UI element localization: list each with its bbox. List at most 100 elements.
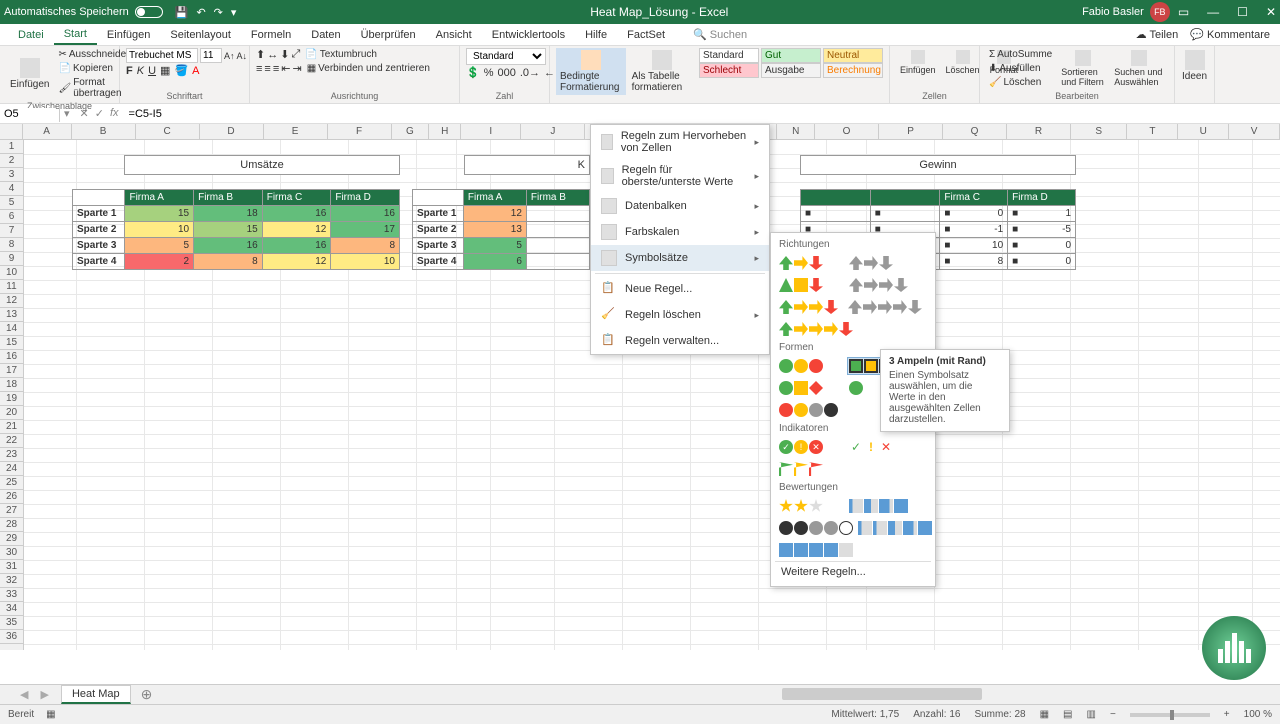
row-header-24[interactable]: 24 [0, 462, 23, 476]
tab-ueberpruefen[interactable]: Überprüfen [351, 26, 426, 44]
row-header-4[interactable]: 4 [0, 182, 23, 196]
cf-color-scales[interactable]: Farbskalen▸ [591, 219, 769, 245]
col-header-C[interactable]: C [136, 124, 200, 139]
col-header-U[interactable]: U [1178, 124, 1229, 139]
currency-icon[interactable]: 💲 [466, 66, 480, 79]
row-header-20[interactable]: 20 [0, 406, 23, 420]
row-header-12[interactable]: 12 [0, 294, 23, 308]
cf-manage-rules[interactable]: 📋Regeln verwalten... [591, 328, 769, 354]
cf-highlight-rules[interactable]: Regeln zum Hervorheben von Zellen▸ [591, 125, 769, 159]
row-header-17[interactable]: 17 [0, 364, 23, 378]
cf-data-bars[interactable]: Datenbalken▸ [591, 193, 769, 219]
col-header-J[interactable]: J [521, 124, 585, 139]
font-size-input[interactable] [200, 48, 222, 63]
row-header-2[interactable]: 2 [0, 154, 23, 168]
col-header-I[interactable]: I [461, 124, 521, 139]
col-header-R[interactable]: R [1007, 124, 1071, 139]
row-header-3[interactable]: 3 [0, 168, 23, 182]
ideas-button[interactable]: Ideen [1181, 48, 1208, 84]
iconset-3stars[interactable] [777, 497, 825, 515]
row-header-29[interactable]: 29 [0, 532, 23, 546]
row-header-8[interactable]: 8 [0, 238, 23, 252]
iconset-3arrows-gray[interactable] [847, 254, 895, 272]
confirm-formula-icon[interactable]: ✓ [95, 107, 104, 120]
redo-icon[interactable]: ↷ [214, 6, 223, 19]
cf-clear-rules[interactable]: 🧹Regeln löschen▸ [591, 302, 769, 328]
style-standard[interactable]: Standard [699, 48, 759, 63]
iconset-4arrows-gray[interactable] [847, 276, 910, 294]
close-icon[interactable]: ✕ [1266, 5, 1276, 19]
row-header-28[interactable]: 28 [0, 518, 23, 532]
row-header-1[interactable]: 1 [0, 140, 23, 154]
row-header-32[interactable]: 32 [0, 574, 23, 588]
row-header-34[interactable]: 34 [0, 602, 23, 616]
iconset-4ratings[interactable] [847, 497, 910, 515]
row-header-36[interactable]: 36 [0, 630, 23, 644]
user-account[interactable]: Fabio Basler FB [1082, 2, 1170, 22]
cf-new-rule[interactable]: 📋Neue Regel... [591, 276, 769, 302]
iconset-3flags[interactable] [777, 460, 825, 478]
tab-ansicht[interactable]: Ansicht [426, 26, 482, 44]
style-schlecht[interactable]: Schlecht [699, 63, 759, 78]
increase-font-icon[interactable]: A↑ [224, 51, 235, 61]
indent-dec-icon[interactable]: ⇤ [281, 62, 290, 75]
tab-einfuegen[interactable]: Einfügen [97, 26, 160, 44]
iconset-3signs[interactable] [777, 379, 825, 397]
row-header-23[interactable]: 23 [0, 448, 23, 462]
fx-icon[interactable]: fx [110, 107, 119, 120]
search-box[interactable]: 🔍 Suchen [693, 28, 747, 41]
row-header-10[interactable]: 10 [0, 266, 23, 280]
row-header-11[interactable]: 11 [0, 280, 23, 294]
col-header-T[interactable]: T [1127, 124, 1178, 139]
iconset-rbp[interactable] [777, 401, 840, 419]
iconset-5boxes[interactable] [777, 541, 855, 559]
fill-button[interactable]: ⬇ Ausfüllen [986, 62, 1055, 75]
col-header-D[interactable]: D [200, 124, 264, 139]
merge-button[interactable]: ▦ Verbinden und zentrieren [304, 62, 433, 75]
view-pagebreak-icon[interactable]: ▥ [1087, 709, 1096, 720]
col-header-P[interactable]: P [879, 124, 943, 139]
align-left-icon[interactable]: ≡ [256, 63, 262, 75]
sheet-tab-heatmap[interactable]: Heat Map [61, 685, 131, 704]
percent-icon[interactable]: % [484, 67, 494, 79]
find-select-button[interactable]: Suchen und Auswählen [1110, 48, 1168, 89]
zoom-out-icon[interactable]: − [1110, 709, 1116, 720]
iconset-4traffic[interactable] [847, 379, 865, 397]
maximize-icon[interactable]: ☐ [1237, 5, 1248, 19]
horizontal-scrollbar[interactable] [780, 685, 1280, 703]
iconset-5quarters[interactable] [777, 519, 855, 537]
formula-input[interactable] [125, 106, 1280, 122]
tab-nav-prev-icon[interactable]: ◀ [20, 688, 28, 701]
font-color-button[interactable]: A [192, 65, 199, 77]
delete-cells-button[interactable]: Löschen [942, 48, 984, 77]
zoom-level[interactable]: 100 % [1244, 709, 1272, 720]
undo-icon[interactable]: ↶ [196, 6, 205, 19]
select-all-corner[interactable] [0, 124, 23, 139]
macro-record-icon[interactable]: ▦ [46, 709, 55, 720]
row-header-30[interactable]: 30 [0, 546, 23, 560]
sort-filter-button[interactable]: Sortieren und Filtern [1057, 48, 1108, 89]
align-mid-icon[interactable]: ↔ [267, 49, 278, 61]
add-sheet-button[interactable]: ⊕ [135, 686, 159, 703]
iconset-3symbols-circled[interactable]: ✓!✕ [777, 438, 825, 456]
iconset-3triangles[interactable] [777, 276, 825, 294]
minimize-icon[interactable]: — [1207, 5, 1219, 19]
zoom-slider[interactable] [1130, 713, 1210, 717]
view-pagelayout-icon[interactable]: ▤ [1063, 709, 1072, 720]
col-header-F[interactable]: F [328, 124, 392, 139]
row-header-19[interactable]: 19 [0, 392, 23, 406]
iconset-3arrows-color[interactable] [777, 254, 825, 272]
insert-cells-button[interactable]: Einfügen [896, 48, 940, 77]
align-center-icon[interactable]: ≡ [264, 63, 270, 75]
iconset-5ratings[interactable] [856, 519, 934, 537]
fill-color-button[interactable]: 🪣 [174, 64, 188, 77]
iconset-5arrows-color[interactable] [777, 320, 855, 338]
tab-formeln[interactable]: Formeln [241, 26, 301, 44]
col-header-A[interactable]: A [23, 124, 72, 139]
share-button[interactable]: ☁ Teilen [1136, 28, 1179, 41]
align-right-icon[interactable]: ≡ [273, 63, 279, 75]
indent-inc-icon[interactable]: ⇥ [292, 62, 301, 75]
col-header-B[interactable]: B [72, 124, 136, 139]
bold-button[interactable]: F [126, 65, 133, 77]
tab-hilfe[interactable]: Hilfe [575, 26, 617, 44]
